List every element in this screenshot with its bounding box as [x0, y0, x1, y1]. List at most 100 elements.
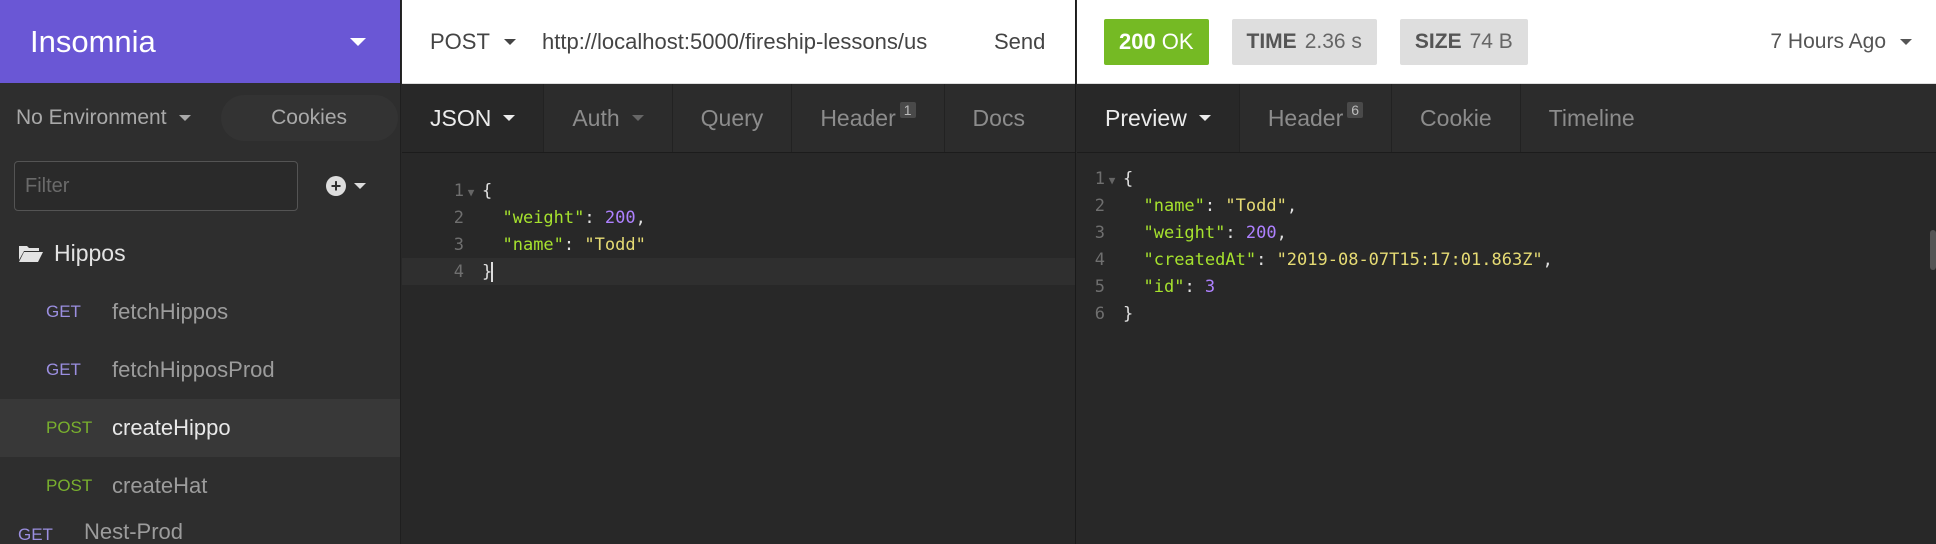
- line-number: 3: [453, 234, 464, 255]
- fold-arrow-icon: ▼: [467, 185, 475, 199]
- sidebar: Insomnia No Environment Cookies + Hippos…: [0, 0, 401, 544]
- request-item-createhippo[interactable]: POST createHippo: [0, 399, 400, 457]
- code-line: 4 }: [402, 258, 1075, 285]
- tab-label: Docs: [972, 104, 1025, 131]
- tab-label: Cookie: [1420, 104, 1492, 131]
- request-method: GET: [46, 360, 81, 379]
- request-item-fetchhipposprod[interactable]: GET fetchHipposProd: [0, 341, 400, 399]
- cookies-button[interactable]: Cookies: [220, 95, 398, 141]
- line-number: 5: [1094, 276, 1105, 297]
- add-request-button[interactable]: +: [326, 176, 366, 196]
- request-item-createhat[interactable]: POST createHat: [0, 457, 400, 515]
- code-line: 6 }: [1077, 300, 1936, 327]
- app-name: Insomnia: [30, 23, 156, 59]
- header-count-badge: 1: [899, 102, 916, 118]
- url-input[interactable]: http://localhost:5000/fireship-lessons/u…: [542, 29, 962, 55]
- tab-query[interactable]: Query: [673, 84, 793, 152]
- response-history-dropdown[interactable]: 7 Hours Ago: [1770, 30, 1912, 54]
- request-name: fetchHipposProd: [112, 357, 275, 382]
- tab-cookie[interactable]: Cookie: [1392, 84, 1521, 152]
- tab-label: JSON: [430, 104, 492, 131]
- response-status-bar: 200 OK TIME 2.36 s SIZE 74 B 7 Hours Ago: [1077, 0, 1936, 84]
- code-line: 3 "name": "Todd": [402, 231, 1075, 258]
- line-number: 4: [1094, 249, 1105, 270]
- code-line: 4 "createdAt": "2019-08-07T15:17:01.863Z…: [1077, 246, 1936, 273]
- url-bar: POST http://localhost:5000/fireship-less…: [402, 0, 1075, 84]
- folder-open-icon: [19, 246, 43, 262]
- tab-label: Auth: [572, 104, 620, 131]
- auth-caret-icon: [631, 115, 644, 121]
- status-text: OK: [1161, 28, 1194, 54]
- status-code: 200: [1119, 28, 1156, 54]
- body-type-caret-icon: [503, 115, 516, 121]
- method-caret-icon: [503, 38, 516, 45]
- time-label: TIME: [1246, 29, 1297, 53]
- request-pane: POST http://localhost:5000/fireship-less…: [402, 0, 1076, 544]
- size-value: 74 B: [1469, 29, 1513, 53]
- response-tabs: Preview Header 6 Cookie Timeline: [1077, 84, 1936, 153]
- code-line: 5 "id": 3: [1077, 273, 1936, 300]
- tab-auth[interactable]: Auth: [544, 84, 673, 152]
- tab-timeline[interactable]: Timeline: [1521, 84, 1663, 152]
- request-item-nest-prod[interactable]: GET Nest-Prod: [0, 515, 400, 544]
- request-name: Nest-Prod: [84, 519, 184, 544]
- tab-preview[interactable]: Preview: [1077, 84, 1240, 152]
- scrollbar-thumb[interactable]: [1930, 230, 1936, 270]
- tab-label: Query: [700, 104, 764, 131]
- code-line: 3 "weight": 200,: [1077, 219, 1936, 246]
- request-method: GET: [18, 525, 53, 544]
- header-count-badge: 6: [1347, 102, 1364, 118]
- request-item-fetchhippos[interactable]: GET fetchHippos: [0, 283, 400, 341]
- add-caret-icon: [354, 183, 366, 189]
- environment-row: No Environment Cookies: [0, 83, 400, 153]
- line-number: 1 ▼: [402, 181, 482, 201]
- request-name: createHat: [112, 473, 208, 498]
- workspace-menu-caret-icon[interactable]: [350, 37, 366, 46]
- environment-label: No Environment: [16, 106, 167, 129]
- tab-label: Header: [1267, 104, 1344, 131]
- code-line: 1 ▼ {: [402, 177, 1075, 204]
- request-method: POST: [46, 418, 93, 437]
- request-tabs: JSON Auth Query Header 1 Docs: [402, 84, 1075, 153]
- tab-header[interactable]: Header 1: [792, 84, 945, 152]
- time-ago-label: 7 Hours Ago: [1770, 29, 1886, 53]
- request-name: fetchHippos: [112, 299, 229, 324]
- line-number: 2: [1094, 195, 1105, 216]
- filter-row: +: [0, 153, 400, 219]
- folder-hippos[interactable]: Hippos: [0, 223, 400, 283]
- time-badge: TIME 2.36 s: [1231, 18, 1377, 65]
- line-number: 3: [1094, 222, 1105, 243]
- folder-name: Hippos: [54, 239, 126, 266]
- environment-caret-icon: [178, 115, 191, 121]
- filter-input[interactable]: [14, 161, 298, 211]
- line-number: 1 ▼: [1077, 169, 1123, 189]
- code-line: 2 "name": "Todd",: [1077, 192, 1936, 219]
- history-caret-icon: [1900, 38, 1912, 45]
- tab-label: Timeline: [1548, 104, 1635, 131]
- time-value: 2.36 s: [1304, 29, 1362, 53]
- line-number: 4: [453, 261, 464, 282]
- code-line: 2 "weight": 200,: [402, 204, 1075, 231]
- send-button[interactable]: Send: [994, 29, 1045, 55]
- environment-select[interactable]: No Environment: [16, 106, 191, 130]
- text-cursor: [491, 261, 494, 282]
- fold-arrow-icon: ▼: [1108, 173, 1116, 187]
- line-number: 6: [1094, 303, 1105, 324]
- response-body-viewer[interactable]: 1 ▼ { 2 "name": "Todd", 3 "weight": 200, …: [1077, 153, 1936, 327]
- status-badge: 200 OK: [1104, 18, 1209, 65]
- request-method: GET: [46, 302, 81, 321]
- method-label: POST: [430, 28, 490, 54]
- tab-response-header[interactable]: Header 6: [1240, 84, 1393, 152]
- size-label: SIZE: [1414, 29, 1462, 53]
- size-badge: SIZE 74 B: [1399, 18, 1528, 65]
- response-pane: 200 OK TIME 2.36 s SIZE 74 B 7 Hours Ago…: [1077, 0, 1936, 544]
- line-number: 2: [453, 207, 464, 228]
- method-select[interactable]: POST: [402, 29, 542, 55]
- workspace-header[interactable]: Insomnia: [0, 0, 400, 83]
- plus-circle-icon: +: [326, 176, 346, 196]
- request-method: POST: [46, 476, 93, 495]
- request-body-editor[interactable]: 1 ▼ { 2 "weight": 200, 3 "name": "Todd" 4…: [402, 153, 1075, 285]
- request-name: createHippo: [112, 415, 231, 440]
- tab-json[interactable]: JSON: [402, 84, 545, 152]
- tab-docs[interactable]: Docs: [945, 84, 1053, 152]
